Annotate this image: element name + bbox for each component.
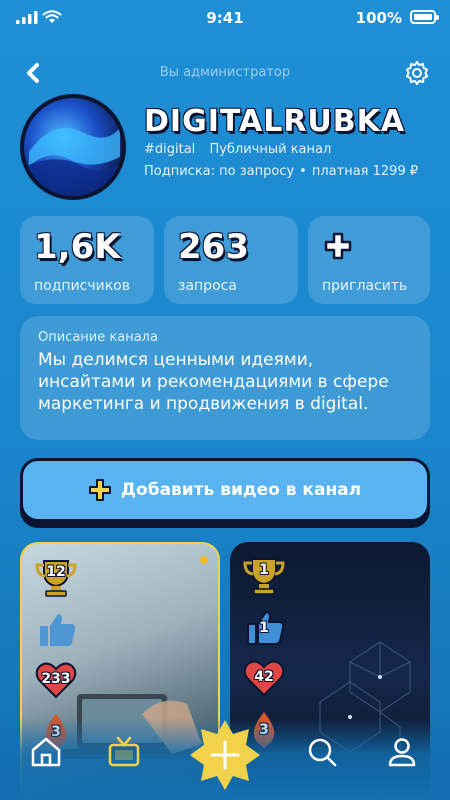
like-badge: 1 bbox=[242, 608, 286, 648]
invite-button[interactable]: пригласить bbox=[308, 216, 430, 304]
trophy-count: 12 bbox=[46, 564, 66, 580]
home-icon[interactable] bbox=[28, 734, 64, 770]
search-icon[interactable] bbox=[304, 734, 340, 770]
channel-tags: #digital Публичный канал bbox=[144, 142, 341, 157]
admin-label: Вы администратор bbox=[159, 65, 291, 80]
new-indicator-dot bbox=[200, 556, 208, 564]
like-count: 1 bbox=[259, 620, 269, 636]
add-video-label: Добавить видео в канал bbox=[120, 480, 362, 500]
trophy-badge: 12 bbox=[34, 558, 78, 598]
bottom-nav bbox=[0, 718, 450, 800]
subscribers-label: подписчиков bbox=[34, 278, 130, 294]
separator-dot: • bbox=[299, 164, 307, 179]
heart-count: 233 bbox=[41, 671, 71, 687]
subscription-label: Подписка: bbox=[144, 164, 216, 179]
status-bar: 9:41 100% bbox=[0, 0, 450, 36]
plus-icon bbox=[88, 479, 111, 501]
add-video-button[interactable]: Добавить видео в канал bbox=[20, 458, 430, 522]
battery-icon bbox=[410, 10, 439, 24]
channel-name: DIGITALRUBKA bbox=[144, 104, 406, 139]
battery-percent: 100% bbox=[355, 9, 402, 27]
trophy-count: 1 bbox=[259, 562, 269, 578]
subscribers-count: 1,6K bbox=[34, 227, 121, 267]
description-text: Мы делимся ценными идеями, инсайтами и р… bbox=[38, 350, 389, 415]
gear-icon[interactable] bbox=[404, 60, 430, 86]
heart-count: 42 bbox=[254, 669, 274, 685]
plus-star-icon[interactable] bbox=[188, 718, 262, 792]
like-badge bbox=[34, 610, 78, 650]
channel-tag[interactable]: #digital bbox=[144, 142, 195, 157]
requests-label: запроса bbox=[178, 278, 237, 294]
subscription-mode: по запросу bbox=[219, 164, 295, 179]
top-nav: Вы администратор bbox=[0, 56, 450, 92]
trophy-badge: 1 bbox=[242, 556, 286, 596]
description-title: Описание канала bbox=[38, 330, 158, 345]
tv-icon[interactable] bbox=[106, 734, 142, 770]
plus-icon bbox=[324, 232, 352, 260]
channel-type: Публичный канал bbox=[209, 142, 332, 157]
heart-badge: 233 bbox=[34, 660, 78, 700]
channel-avatar[interactable] bbox=[20, 94, 126, 200]
paid-label: платная bbox=[311, 164, 369, 179]
stat-subscribers[interactable]: 1,6K подписчиков bbox=[20, 216, 154, 304]
thumbs-up-icon bbox=[40, 614, 76, 646]
invite-label: пригласить bbox=[322, 278, 408, 294]
subscription-price: 1299 ₽ bbox=[372, 164, 419, 179]
channel-description: Описание канала Мы делимся ценными идеям… bbox=[20, 316, 430, 440]
avatar-artwork-icon bbox=[24, 98, 122, 196]
profile-icon[interactable] bbox=[384, 734, 420, 770]
requests-count: 263 bbox=[178, 227, 249, 267]
subscription-info: Подписка: по запросу • платная 1299 ₽ bbox=[144, 164, 418, 179]
stat-requests[interactable]: 263 запроса bbox=[164, 216, 298, 304]
heart-badge: 42 bbox=[242, 658, 286, 698]
